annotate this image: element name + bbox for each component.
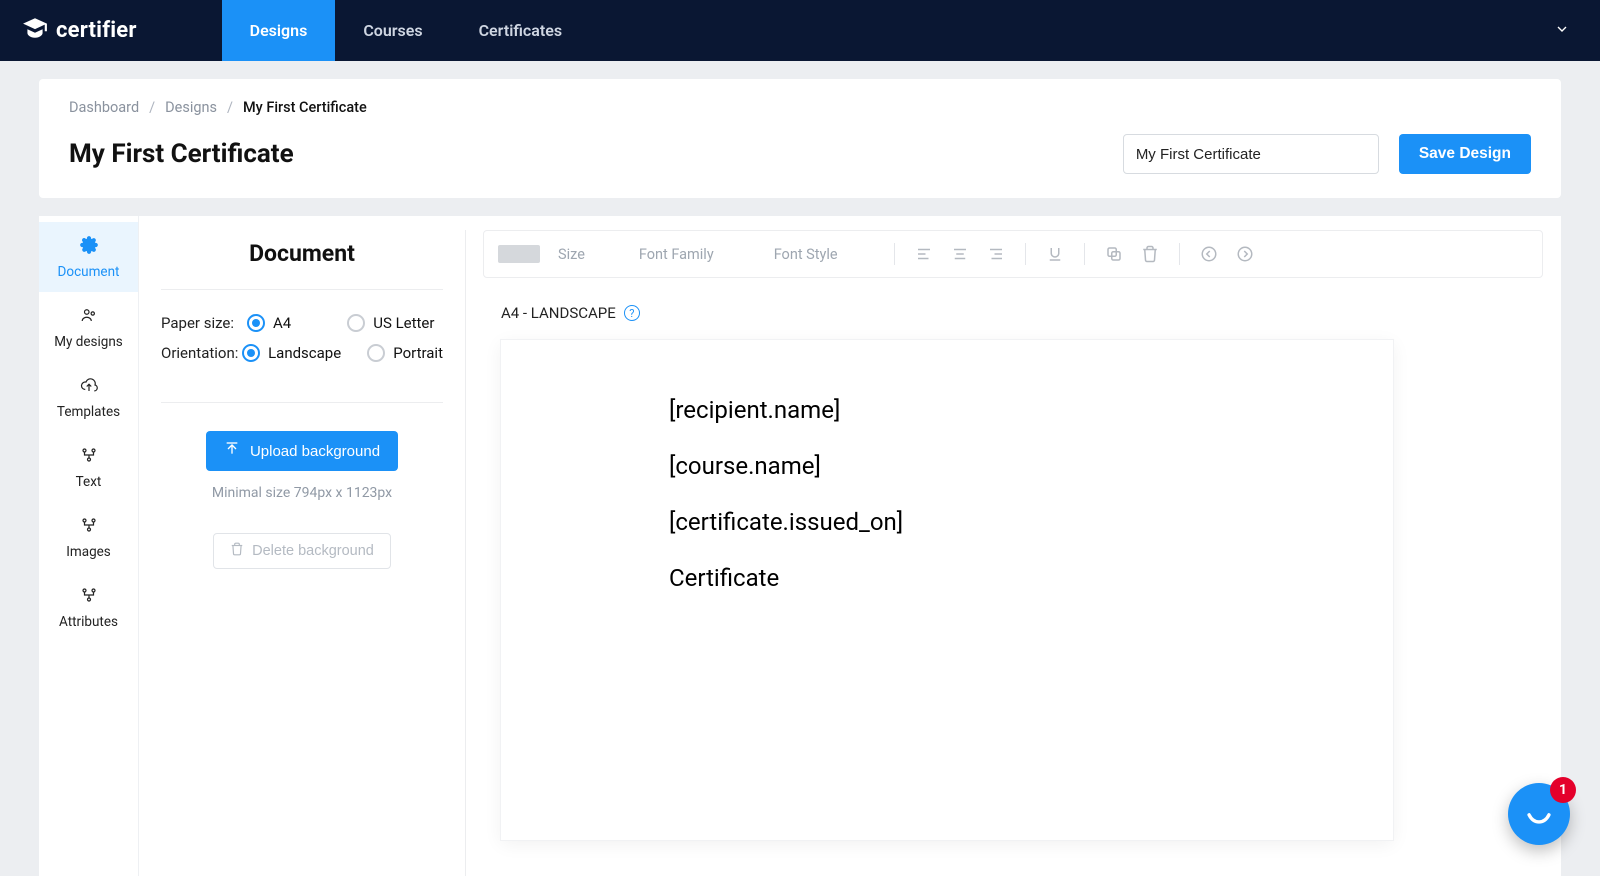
upload-background-button[interactable]: Upload background: [206, 431, 398, 471]
redo-icon[interactable]: [1236, 245, 1254, 263]
nodes-icon: [80, 446, 98, 468]
undo-icon[interactable]: [1200, 245, 1218, 263]
panel-title: Document: [161, 216, 443, 290]
sidebar-item-templates[interactable]: Templates: [39, 362, 138, 432]
canvas-text-line[interactable]: Certificate: [669, 564, 1393, 592]
radio-dot-icon: [242, 344, 260, 362]
nav-tab-label: Designs: [250, 21, 308, 40]
cloud-upload-icon: [80, 376, 98, 398]
graduation-cap-icon: [22, 15, 48, 47]
editor-sidebar: Document My designs Templates Text Image…: [39, 216, 139, 876]
align-left-icon[interactable]: [915, 245, 933, 263]
canvas-text-line[interactable]: [course.name]: [669, 452, 1393, 480]
brand-logo: certifier: [0, 15, 137, 47]
radio-orientation-landscape[interactable]: Landscape: [242, 344, 341, 362]
save-design-button[interactable]: Save Design: [1399, 134, 1531, 174]
button-label: Upload background: [250, 443, 380, 460]
chevron-down-icon: [1554, 21, 1570, 41]
chat-widget[interactable]: 1: [1508, 783, 1570, 845]
breadcrumb-current: My First Certificate: [243, 99, 367, 116]
notification-badge: 1: [1550, 777, 1576, 803]
sidebar-item-label: Document: [58, 264, 120, 280]
canvas-text-line[interactable]: [recipient.name]: [669, 396, 1393, 424]
formatting-toolbar: Size Font Family Font Style: [483, 230, 1543, 278]
gear-icon: [80, 236, 98, 258]
orientation-label: Orientation:: [161, 344, 242, 362]
radio-paper-us-letter[interactable]: US Letter: [347, 314, 434, 332]
radio-label: US Letter: [373, 314, 434, 332]
breadcrumb: Dashboard / Designs / My First Certifica…: [69, 99, 1531, 116]
canvas-label: A4 - LANDSCAPE ?: [501, 304, 1561, 322]
nav-tab-courses[interactable]: Courses: [335, 0, 450, 61]
breadcrumb-item[interactable]: Dashboard: [69, 99, 139, 116]
sidebar-item-text[interactable]: Text: [39, 432, 138, 502]
breadcrumb-separator: /: [227, 99, 233, 116]
sidebar-item-label: Attributes: [59, 614, 118, 630]
sidebar-item-attributes[interactable]: Attributes: [39, 572, 138, 642]
upload-hint: Minimal size 794px x 1123px: [212, 485, 392, 501]
radio-dot-icon: [367, 344, 385, 362]
underline-icon[interactable]: [1046, 245, 1064, 263]
divider: [894, 243, 895, 265]
size-label[interactable]: Size: [558, 246, 585, 263]
radio-orientation-portrait[interactable]: Portrait: [367, 344, 443, 362]
canvas-text-line[interactable]: [certificate.issued_on]: [669, 508, 1393, 536]
radio-paper-a4[interactable]: A4: [247, 314, 291, 332]
sidebar-item-label: Text: [76, 474, 102, 490]
font-family-label[interactable]: Font Family: [639, 246, 714, 263]
radio-label: Landscape: [268, 344, 341, 362]
breadcrumb-separator: /: [149, 99, 155, 116]
paper-size-label: Paper size:: [161, 314, 247, 332]
divider: [1179, 243, 1180, 265]
delete-background-button[interactable]: Delete background: [213, 533, 391, 569]
nav-tab-certificates[interactable]: Certificates: [451, 0, 590, 61]
nav-tab-label: Certificates: [479, 21, 562, 40]
sidebar-item-label: My designs: [54, 334, 123, 350]
account-menu[interactable]: [1554, 21, 1570, 41]
editor: Document My designs Templates Text Image…: [39, 216, 1561, 876]
sidebar-item-images[interactable]: Images: [39, 502, 138, 572]
divider: [1084, 243, 1085, 265]
button-label: Delete background: [252, 543, 374, 559]
nav-tab-label: Courses: [363, 21, 422, 40]
settings-panel: Document Paper size: A4 US Letter Orient…: [139, 216, 465, 876]
certificate-canvas[interactable]: [recipient.name] [course.name] [certific…: [501, 340, 1393, 840]
divider: [465, 230, 466, 876]
upload-icon: [224, 441, 240, 461]
page-header: Dashboard / Designs / My First Certifica…: [39, 79, 1561, 198]
nodes-icon: [80, 586, 98, 608]
nav-tabs: Designs Courses Certificates: [222, 0, 590, 61]
trash-icon[interactable]: [1141, 245, 1159, 263]
sidebar-item-my-designs[interactable]: My designs: [39, 292, 138, 362]
sidebar-item-document[interactable]: Document: [39, 222, 138, 292]
sidebar-item-label: Images: [66, 544, 111, 560]
canvas-area: Size Font Family Font Style A4 - LANDSCA…: [465, 216, 1561, 876]
nav-tab-designs[interactable]: Designs: [222, 0, 336, 61]
sidebar-item-label: Templates: [57, 404, 120, 420]
page-title: My First Certificate: [69, 139, 294, 169]
align-center-icon[interactable]: [951, 245, 969, 263]
user-pair-icon: [80, 306, 98, 328]
design-name-input[interactable]: [1123, 134, 1379, 174]
radio-label: Portrait: [393, 344, 443, 362]
radio-label: A4: [273, 314, 291, 332]
breadcrumb-item[interactable]: Designs: [165, 99, 217, 116]
align-right-icon[interactable]: [987, 245, 1005, 263]
nodes-icon: [80, 516, 98, 538]
canvas-label-text: A4 - LANDSCAPE: [501, 304, 616, 322]
top-nav: certifier Designs Courses Certificates: [0, 0, 1600, 61]
color-swatch[interactable]: [498, 245, 540, 263]
brand-text: certifier: [56, 18, 137, 43]
radio-dot-icon: [247, 314, 265, 332]
trash-icon: [230, 542, 244, 560]
radio-dot-icon: [347, 314, 365, 332]
smile-icon: [1522, 795, 1556, 833]
copy-icon[interactable]: [1105, 245, 1123, 263]
help-icon[interactable]: ?: [624, 305, 640, 321]
font-style-label[interactable]: Font Style: [774, 246, 838, 263]
divider: [1025, 243, 1026, 265]
